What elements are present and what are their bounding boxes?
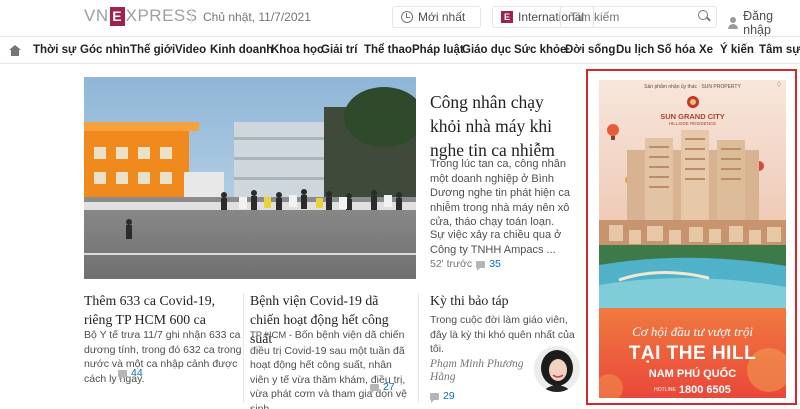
login-button[interactable]: Đăng nhập: [727, 9, 800, 37]
comment-icon: [476, 260, 486, 271]
nav-item-the-thao[interactable]: Thể thao: [364, 44, 412, 56]
logo-text-pre: VN: [84, 6, 109, 25]
clock-icon: [401, 11, 413, 23]
home-icon[interactable]: [9, 45, 21, 56]
top-bar: VN E XPRESS Chủ nhật, 11/7/2021 Mới nhất E…: [0, 0, 800, 37]
nav-item-doi-song[interactable]: Đời sống: [565, 44, 615, 56]
divider: [191, 8, 192, 24]
ad-hotline-label: HOTLINE: [654, 387, 676, 394]
main-nav: Thời sự Góc nhìn Thế giới Video Kinh doa…: [0, 36, 800, 64]
hero-article-time: 52' trước: [430, 258, 473, 270]
search-input[interactable]: Tìm kiếm: [560, 6, 717, 28]
hero-article-description-extra: Sự việc xảy ra chiều qua ở Công ty TNHH …: [430, 229, 562, 256]
author-name[interactable]: Phạm Minh Phương Hằng: [430, 358, 540, 384]
advertisement-banner[interactable]: Sản phẩm nhận ủy thác · SUN PROPERTY SUN…: [586, 69, 797, 405]
nav-item-goc-nhin[interactable]: Góc nhìn: [80, 44, 130, 56]
ad-tagline-text: Sản phẩm nhận ủy thác: [644, 84, 697, 90]
ad-location: NAM PHÚ QUỐC: [648, 368, 737, 380]
article-description-text: Bốn bệnh viện dã chiến điều trị Covid-19…: [250, 329, 407, 409]
nav-item-the-gioi[interactable]: Thế giới: [130, 44, 175, 56]
ad-hotline: HOTLINE 1800 6505: [599, 384, 786, 396]
user-icon: [727, 17, 739, 29]
latest-news-label: Mới nhất: [418, 10, 466, 24]
nav-item-thoi-su[interactable]: Thời sự: [33, 44, 76, 56]
comment-icon: [430, 392, 439, 403]
author-avatar: [534, 346, 580, 392]
divider: [418, 293, 419, 403]
nav-item-so-hoa[interactable]: Số hóa: [657, 44, 695, 56]
comment-icon: [370, 383, 379, 394]
nav-item-giao-duc[interactable]: Giáo dục: [462, 44, 511, 56]
article-description: TP HCM - Bốn bệnh viện dã chiến điều trị…: [250, 328, 410, 409]
hero-article-meta: 52' trước 35: [430, 258, 501, 271]
article-title[interactable]: Thêm 633 ca Covid-19, riêng TP HCM 600 c…: [84, 291, 244, 329]
opinion-article-meta: 29: [430, 390, 455, 403]
latest-news-button[interactable]: Mới nhất: [392, 6, 481, 28]
hero-comment-count[interactable]: 35: [489, 258, 501, 270]
ad-brand: SUN GRAND CITY: [660, 112, 725, 121]
article-meta: 44: [118, 367, 143, 380]
nav-item-xe[interactable]: Xe: [699, 44, 713, 56]
article-location-prefix: TP HCM -: [250, 330, 295, 341]
opinion-article-title[interactable]: Kỳ thi bảo táp: [430, 291, 580, 310]
nav-item-video[interactable]: Video: [175, 44, 206, 56]
nav-item-tam-su[interactable]: Tâm sự: [759, 44, 800, 56]
article-meta: 27: [370, 381, 395, 394]
vnexpress-logo[interactable]: VN E XPRESS: [84, 6, 198, 26]
nav-item-y-kien[interactable]: Ý kiến: [720, 44, 754, 56]
ad-brand-sub: HILLSIDE RESIDENCE: [668, 121, 717, 126]
nav-item-khoa-hoc[interactable]: Khoa học: [271, 44, 323, 56]
nav-item-kinh-doanh[interactable]: Kinh doanh: [210, 44, 273, 56]
ad-headline: TẠI THE HILL: [628, 343, 757, 364]
nav-item-phap-luat[interactable]: Pháp luật: [412, 44, 464, 56]
comment-icon: [118, 369, 127, 380]
international-e-icon: E: [501, 11, 513, 23]
ad-tagline: Sản phẩm nhận ủy thác · SUN PROPERTY: [644, 84, 741, 90]
ad-slogan: Cơ hội đầu tư vượt trội: [632, 324, 753, 339]
ad-hotline-number: 1800 6505: [678, 384, 731, 396]
hero-article-image[interactable]: [84, 77, 416, 279]
hero-article-description: Trong lúc tan ca, công nhân một doanh ng…: [430, 158, 570, 228]
nav-item-du-lich[interactable]: Du lịch: [616, 44, 654, 56]
logo-mark: E: [109, 6, 125, 26]
search-icon[interactable]: [698, 10, 708, 20]
current-date: Chủ nhật, 11/7/2021: [203, 10, 311, 24]
hero-article-title[interactable]: Công nhân chạy khỏi nhà máy khi nghe tin…: [430, 90, 576, 162]
article-comment-count[interactable]: 44: [131, 367, 143, 379]
ad-creative[interactable]: Sản phẩm nhận ủy thác · SUN PROPERTY SUN…: [599, 80, 786, 398]
nav-item-suc-khoe[interactable]: Sức khỏe: [514, 44, 566, 56]
login-label: Đăng nhập: [743, 9, 774, 37]
nav-item-giai-tri[interactable]: Giải trí: [321, 44, 357, 56]
logo-text-post: XPRESS: [125, 6, 198, 25]
opinion-comment-count[interactable]: 29: [443, 390, 455, 402]
article-description: Bộ Y tế trưa 11/7 ghi nhận 633 ca dương …: [84, 329, 242, 385]
ad-info-icon[interactable]: ◊: [777, 81, 784, 89]
ad-developer: SUN PROPERTY: [701, 84, 741, 90]
divider: [243, 293, 244, 403]
article-comment-count[interactable]: 27: [383, 381, 395, 393]
